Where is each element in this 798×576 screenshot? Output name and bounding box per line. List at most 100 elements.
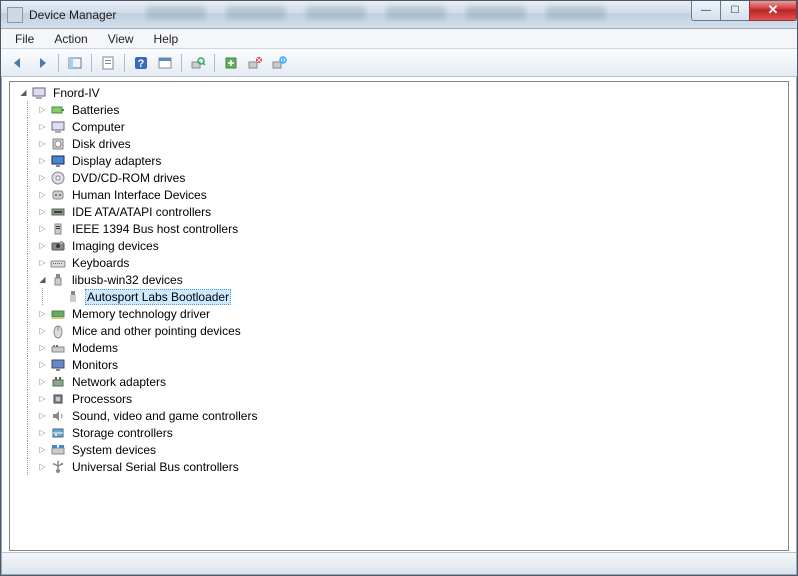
imaging-icon: [50, 238, 66, 254]
storage-icon: [50, 425, 66, 441]
toolbar-separator: [181, 54, 182, 72]
update-driver-button[interactable]: [220, 52, 242, 74]
tree-node[interactable]: IEEE 1394 Bus host controllers: [16, 220, 786, 237]
node-label: IEEE 1394 Bus host controllers: [70, 222, 240, 236]
expander-icon[interactable]: [35, 153, 50, 168]
tree-node[interactable]: Human Interface Devices: [16, 186, 786, 203]
tree-node[interactable]: Keyboards: [16, 254, 786, 271]
device-tree[interactable]: Fnord-IV Batteries ComputerDisk drives Dis…: [9, 81, 789, 551]
tree-line: [20, 186, 35, 203]
properties-button[interactable]: [97, 52, 119, 74]
expander-icon[interactable]: [35, 102, 50, 117]
usb-icon: [50, 272, 66, 288]
forward-button[interactable]: [31, 52, 53, 74]
expander-icon[interactable]: [35, 459, 50, 474]
close-button[interactable]: ✕: [749, 1, 797, 21]
tree-node[interactable]: Processors: [16, 390, 786, 407]
node-label: Display adapters: [70, 154, 163, 168]
tree-node[interactable]: Sound, video and game controllers: [16, 407, 786, 424]
tree-line: [20, 424, 35, 441]
expander-icon[interactable]: [35, 323, 50, 338]
action-menu-button[interactable]: [154, 52, 176, 74]
scan-button[interactable]: [187, 52, 209, 74]
node-label: Autosport Labs Bootloader: [85, 289, 231, 305]
tree-node[interactable]: Monitors: [16, 356, 786, 373]
tree-node[interactable]: System devices: [16, 441, 786, 458]
node-label: DVD/CD-ROM drives: [70, 171, 187, 185]
disable-button[interactable]: [268, 52, 290, 74]
node-label: Modems: [70, 341, 120, 355]
expander-icon[interactable]: [35, 136, 50, 151]
disk-icon: [50, 136, 66, 152]
expander-icon[interactable]: [35, 255, 50, 270]
expander-icon[interactable]: [35, 442, 50, 457]
monitor-icon: [50, 357, 66, 373]
show-hide-tree-button[interactable]: [64, 52, 86, 74]
tree-node[interactable]: Display adapters: [16, 152, 786, 169]
tree-node[interactable]: Memory technology driver: [16, 305, 786, 322]
battery-icon: [50, 102, 66, 118]
tree-child-node[interactable]: Autosport Labs Bootloader: [16, 288, 786, 305]
node-label: Batteries: [70, 103, 121, 117]
expander-icon[interactable]: [16, 85, 31, 100]
forward-arrow-icon: [34, 55, 50, 71]
expander-icon[interactable]: [35, 374, 50, 389]
tree-node[interactable]: IDE ATA/ATAPI controllers: [16, 203, 786, 220]
tree-node[interactable]: Disk drives: [16, 135, 786, 152]
tree-line: [20, 152, 35, 169]
expander-icon[interactable]: [35, 391, 50, 406]
expander-icon[interactable]: [35, 221, 50, 236]
expander-icon[interactable]: [35, 306, 50, 321]
tree-line: [20, 220, 35, 237]
expander-icon[interactable]: [35, 340, 50, 355]
titlebar[interactable]: Device Manager — ☐ ✕: [1, 1, 797, 29]
expander-icon[interactable]: [35, 408, 50, 423]
node-label: Keyboards: [70, 256, 131, 270]
tree-node[interactable]: Batteries: [16, 101, 786, 118]
tree-root-node[interactable]: Fnord-IV: [16, 84, 786, 101]
tree-line: [20, 254, 35, 271]
tree-node[interactable]: libusb-win32 devices: [16, 271, 786, 288]
svg-text:?: ?: [138, 58, 145, 70]
tree-line: [20, 288, 35, 305]
window-list-icon: [157, 55, 173, 71]
tree-node[interactable]: Mice and other pointing devices: [16, 322, 786, 339]
help-button[interactable]: ?: [130, 52, 152, 74]
node-label: libusb-win32 devices: [70, 273, 185, 287]
menu-file[interactable]: File: [7, 30, 42, 48]
tree-node[interactable]: Network adapters: [16, 373, 786, 390]
computer-icon: [50, 119, 66, 135]
tree-node[interactable]: Imaging devices: [16, 237, 786, 254]
expander-icon[interactable]: [35, 119, 50, 134]
tree-node[interactable]: Modems: [16, 339, 786, 356]
expander-icon[interactable]: [35, 357, 50, 372]
expander-icon[interactable]: [35, 170, 50, 185]
tree-node[interactable]: DVD/CD-ROM drives: [16, 169, 786, 186]
menu-action[interactable]: Action: [46, 30, 95, 48]
hid-icon: [50, 187, 66, 203]
expander-icon[interactable]: [35, 187, 50, 202]
expander-icon[interactable]: [35, 272, 50, 287]
menu-help[interactable]: Help: [146, 30, 187, 48]
ide-icon: [50, 204, 66, 220]
expander-icon[interactable]: [35, 204, 50, 219]
menu-view[interactable]: View: [100, 30, 142, 48]
tree-node[interactable]: Universal Serial Bus controllers: [16, 458, 786, 475]
uninstall-button[interactable]: [244, 52, 266, 74]
ieee1394-icon: [50, 221, 66, 237]
toolbar-separator: [214, 54, 215, 72]
tree-line: [20, 237, 35, 254]
expander-icon[interactable]: [35, 238, 50, 253]
node-label: Computer: [70, 120, 127, 134]
back-button[interactable]: [7, 52, 29, 74]
minimize-button[interactable]: —: [691, 1, 721, 21]
expander-icon[interactable]: [35, 425, 50, 440]
tree-line: [20, 390, 35, 407]
tree-node[interactable]: Storage controllers: [16, 424, 786, 441]
maximize-button[interactable]: ☐: [720, 1, 750, 21]
node-label: Imaging devices: [70, 239, 161, 253]
tree-line: [20, 356, 35, 373]
tree-line: [20, 169, 35, 186]
tree-node[interactable]: Computer: [16, 118, 786, 135]
window-controls: — ☐ ✕: [692, 1, 797, 23]
